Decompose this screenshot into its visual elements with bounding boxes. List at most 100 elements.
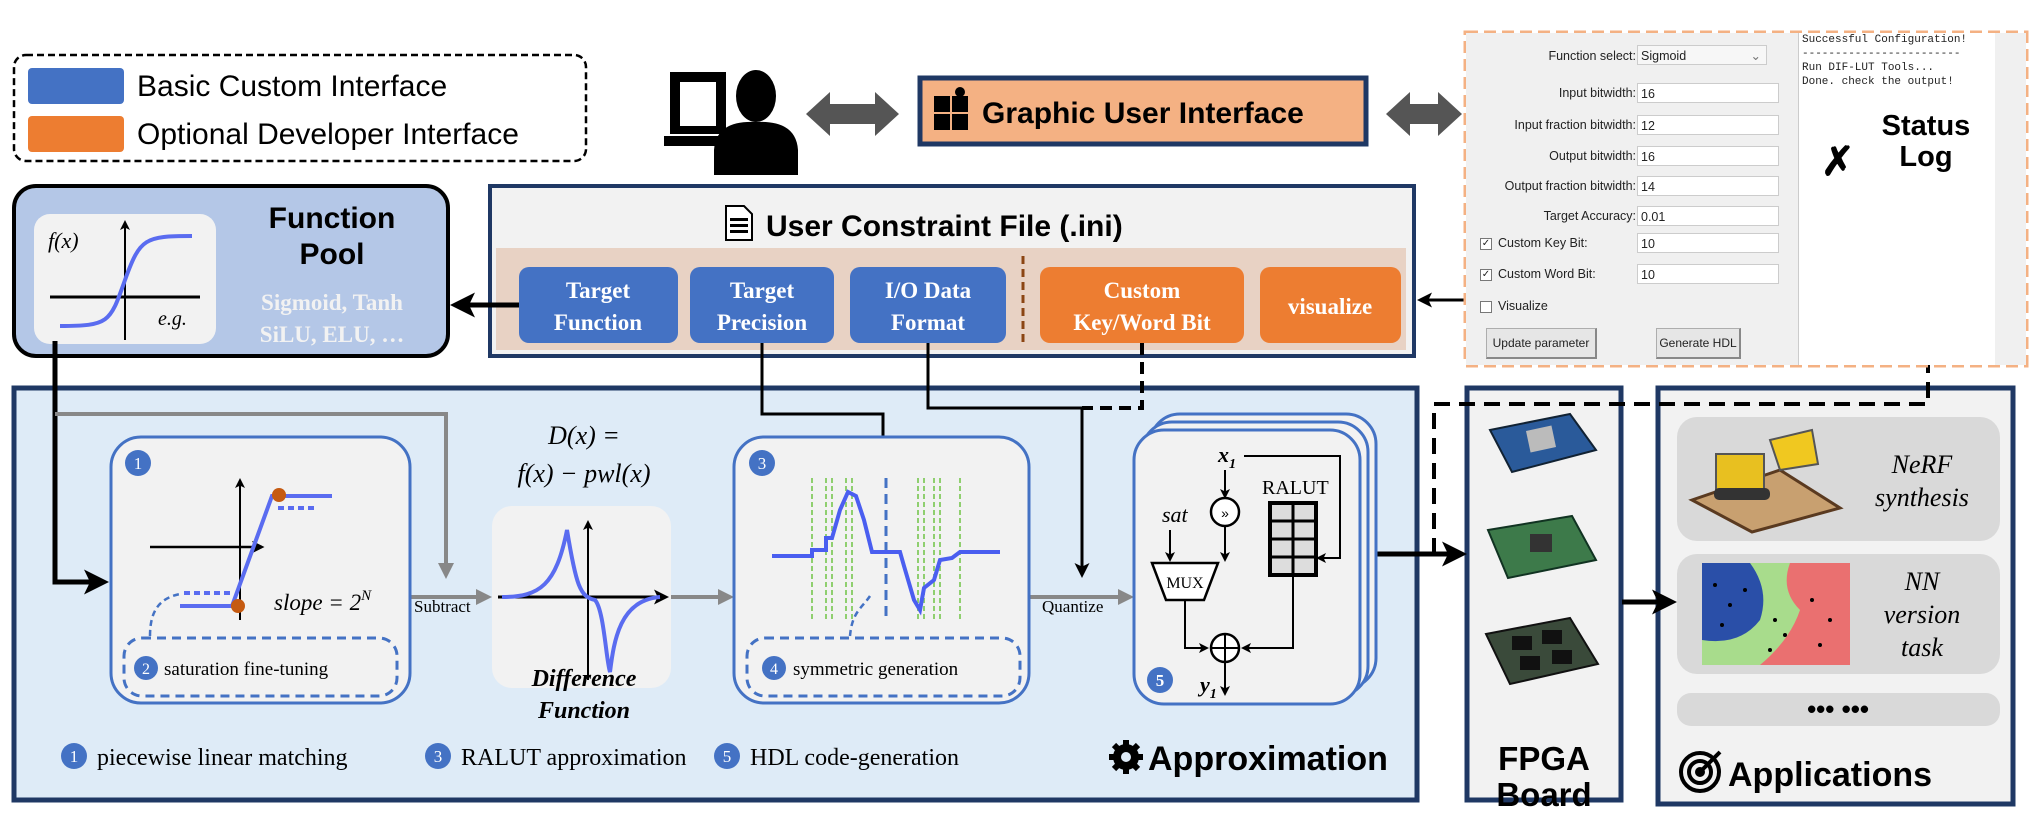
double-arrow-icon: [806, 92, 899, 136]
field-label: Target Accuracy:: [1543, 209, 1636, 223]
dif-lut-framework-diagram: Basic Custom Interface Optional Develope…: [0, 0, 2043, 819]
step-badge-number: 1: [70, 747, 79, 766]
log-scrollbar[interactable]: [1995, 33, 2010, 365]
double-arrow-icon: [1386, 92, 1462, 136]
function-select-dropdown[interactable]: Sigmoid ⌄: [1637, 45, 1767, 65]
quantize-label: Quantize: [1042, 597, 1103, 616]
custom-word-bit-field[interactable]: 10: [1637, 264, 1779, 284]
status-log-title: Status Log: [1871, 111, 1981, 173]
step-label: piecewise linear matching: [97, 745, 348, 771]
visualize-checkbox[interactable]: Visualize: [1480, 299, 1548, 313]
field-label: Output bitwidth:: [1549, 149, 1636, 163]
legend-swatch-basic: [28, 68, 124, 104]
target-precision-button[interactable]: Target Precision: [690, 267, 834, 343]
status-log-text: Log: [1899, 141, 1953, 173]
step-label: HDL code-generation: [750, 745, 959, 771]
step-badge-number: 2: [142, 661, 150, 678]
log-line: ------------------------: [1802, 48, 1961, 60]
button-label: Target: [566, 278, 631, 303]
output-fraction-bitwidth-field[interactable]: 14: [1637, 176, 1779, 196]
symmetric-generation-label: symmetric generation: [793, 659, 959, 680]
sat-label: sat: [1162, 502, 1189, 527]
status-log-text: Status: [1881, 110, 1971, 142]
user-computer-icon: [664, 70, 798, 175]
difference-label: Function: [537, 698, 630, 724]
step-badge-number: 3: [758, 454, 767, 473]
function-examples: Sigmoid, Tanh: [261, 290, 403, 315]
breakpoint: [272, 488, 286, 502]
gui-panel: Function select: Sigmoid ⌄ Input bitwidth…: [1466, 33, 2026, 365]
function-pool-title: Function: [269, 202, 396, 235]
difference-equation: D(x) =: [547, 421, 620, 450]
button-label: I/O Data: [885, 278, 972, 303]
log-line: Successful Configuration!: [1802, 34, 1968, 46]
input-bitwidth-field[interactable]: 16: [1637, 83, 1779, 103]
gui-title: Graphic User Interface: [982, 97, 1304, 130]
app-more-card[interactable]: ••• •••: [1677, 693, 2000, 726]
applications-title: Applications: [1728, 756, 1932, 794]
nn-classification-image: [1702, 563, 1850, 665]
breakpoint: [231, 599, 245, 613]
slope-label: slope = 2N: [274, 588, 372, 615]
legend-swatch-optional: [28, 116, 124, 152]
app-nerf-card[interactable]: NeRF synthesis: [1677, 417, 2000, 541]
legend-label-optional: Optional Developer Interface: [137, 118, 519, 151]
custom-key-word-bit-button[interactable]: Custom Key/Word Bit: [1040, 267, 1244, 343]
app-label: NeRF: [1891, 450, 1954, 479]
chevron-down-icon: ⌄: [1750, 49, 1761, 63]
checkbox-label: Custom Word Bit:: [1498, 267, 1596, 281]
function-pool-title: Pool: [300, 238, 365, 271]
gear-icon: [1109, 740, 1143, 774]
subtract-label: Subtract: [414, 597, 471, 616]
log-line: Done. check the output!: [1802, 76, 1954, 88]
app-label: version: [1884, 600, 1961, 629]
status-log-area: Successful Configuration! --------------…: [1798, 33, 2010, 365]
io-data-format-button[interactable]: I/O Data Format: [850, 267, 1006, 343]
checkbox-unchecked-icon: [1480, 300, 1492, 313]
step-label: RALUT approximation: [461, 745, 687, 771]
field-label: Input fraction bitwidth:: [1514, 118, 1636, 132]
button-label: Key/Word Bit: [1073, 310, 1211, 335]
button-label: Precision: [717, 310, 807, 335]
legend-label-basic: Basic Custom Interface: [137, 70, 447, 103]
gui-button[interactable]: Graphic User Interface: [917, 75, 1369, 147]
checkbox-checked-icon: ✓: [1480, 237, 1492, 250]
input-fraction-bitwidth-field[interactable]: 12: [1637, 115, 1779, 135]
custom-key-bit-checkbox[interactable]: ✓ Custom Key Bit:: [1480, 236, 1588, 250]
checkbox-label: Custom Key Bit:: [1498, 236, 1588, 250]
step-badge-number: 1: [134, 454, 143, 473]
function-select-value: Sigmoid: [1641, 49, 1687, 63]
field-label: Input bitwidth:: [1558, 86, 1636, 100]
ralut-table-icon: [1268, 501, 1318, 577]
ralut-label: RALUT: [1262, 477, 1329, 499]
button-label: Function: [554, 310, 642, 335]
button-label: Target: [730, 278, 795, 303]
log-line: Run DIF-LUT Tools...: [1802, 62, 1935, 74]
mux-label: MUX: [1166, 575, 1204, 592]
shift-glyph: »: [1221, 505, 1229, 521]
saturation-fine-tuning-label: saturation fine-tuning: [164, 659, 329, 680]
difference-equation: f(x) − pwl(x): [517, 459, 650, 488]
generate-hdl-button[interactable]: Generate HDL: [1656, 328, 1741, 359]
difference-label: Difference: [531, 666, 637, 692]
button-label: visualize: [1288, 294, 1372, 319]
step-badge-number: 3: [434, 747, 443, 766]
app-nn-card[interactable]: NN version task: [1677, 554, 2000, 674]
app-label: NN: [1904, 567, 1941, 596]
checkbox-label: Visualize: [1498, 299, 1548, 313]
function-select-label: Function select:: [1548, 49, 1636, 63]
function-examples: SiLU, ELU, …: [260, 322, 404, 347]
custom-key-bit-field[interactable]: 10: [1637, 233, 1779, 253]
app-label: task: [1901, 633, 1943, 662]
button-label: Format: [891, 310, 965, 335]
custom-word-bit-checkbox[interactable]: ✓ Custom Word Bit:: [1480, 267, 1596, 281]
app-label: synthesis: [1875, 483, 1969, 512]
target-function-button[interactable]: Target Function: [519, 267, 678, 343]
step-badge-number: 4: [770, 661, 778, 678]
target-accuracy-field[interactable]: 0.01: [1637, 206, 1779, 226]
update-parameter-button[interactable]: Update parameter: [1486, 328, 1597, 359]
step-badge-number: 5: [723, 747, 732, 766]
fpga-title: FPGA: [1498, 740, 1590, 777]
visualize-button[interactable]: visualize: [1260, 267, 1401, 343]
output-bitwidth-field[interactable]: 16: [1637, 146, 1779, 166]
